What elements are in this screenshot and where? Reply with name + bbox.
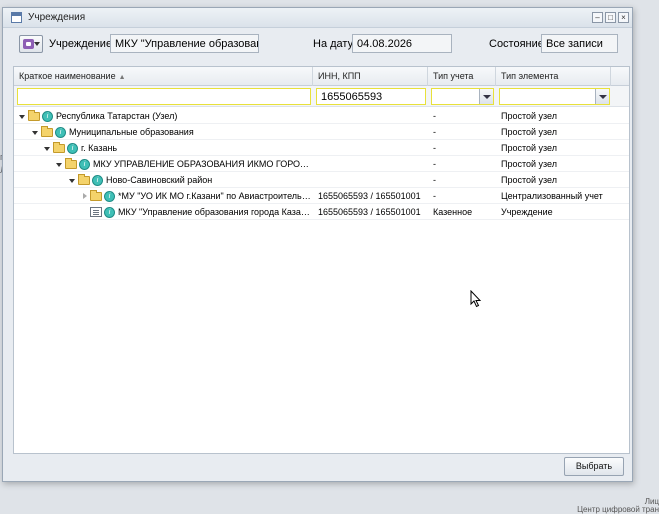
info-icon: i [55, 126, 66, 138]
background-text: Центр цифровой тран [577, 505, 659, 514]
institutions-dialog: Учреждения – □ × Учреждение: МКУ "Управл… [2, 7, 633, 482]
close-icon[interactable]: × [618, 12, 629, 23]
column-header-element-type[interactable]: Тип элемента [496, 67, 611, 86]
options-menu-button[interactable] [19, 35, 43, 53]
maximize-icon[interactable]: □ [605, 12, 616, 23]
institution-field[interactable]: МКУ "Управление образованием [110, 34, 259, 53]
chevron-down-icon[interactable] [479, 89, 493, 104]
select-button[interactable]: Выбрать [564, 457, 624, 476]
date-field[interactable]: 04.08.2026 [352, 34, 452, 53]
dialog-title: Учреждения [28, 12, 86, 23]
date-label: На дату: [313, 38, 357, 50]
tree-expand-icon[interactable] [68, 176, 77, 185]
table-row[interactable]: i Республика Татарстан (Узел) - Простой … [14, 108, 629, 124]
folder-icon [41, 125, 53, 137]
tree-expand-icon[interactable] [31, 128, 40, 137]
account-type-filter-select[interactable] [431, 88, 494, 105]
settings-icon [23, 39, 34, 49]
inn-filter-input[interactable]: 1655065593 [316, 88, 426, 105]
window-icon [11, 12, 22, 23]
tree-expand-icon[interactable] [55, 160, 64, 169]
column-header-inn[interactable]: ИНН, КПП [313, 67, 428, 86]
folder-icon [53, 141, 65, 153]
sort-asc-icon: ▲ [118, 74, 126, 81]
dialog-titlebar[interactable]: Учреждения – □ × [3, 8, 632, 28]
folder-icon [65, 157, 77, 169]
institution-label: Учреждение: [49, 38, 116, 50]
minimize-icon[interactable]: – [592, 12, 603, 23]
state-label: Состояние: [489, 38, 547, 50]
state-field[interactable]: Все записи [541, 34, 618, 53]
table-row[interactable]: i Ново-Савиновский район - Простой узел [14, 172, 629, 188]
folder-icon [28, 109, 40, 121]
info-icon: i [104, 206, 115, 218]
folder-icon [90, 189, 102, 201]
tree-collapsed-icon[interactable] [80, 192, 89, 201]
document-icon [90, 207, 102, 217]
grid-header: Краткое наименование ▲ ИНН, КПП Тип учета… [14, 67, 629, 86]
info-icon: i [67, 142, 78, 154]
filter-toolbar: Учреждение: МКУ "Управление образованием… [13, 33, 622, 55]
table-row[interactable]: i МКУ УПРАВЛЕНИЕ ОБРАЗОВАНИЯ ИКМО ГОРОДА… [14, 156, 629, 172]
element-type-filter-select[interactable] [499, 88, 610, 105]
table-row[interactable]: i г. Казань - Простой узел [14, 140, 629, 156]
tree-expand-icon[interactable] [18, 112, 27, 121]
column-header-account-type[interactable]: Тип учета [428, 67, 496, 86]
table-row[interactable]: i *МУ "УО ИК МО г.Казани" по Авиастроите… [14, 188, 629, 204]
grid-filter-row: 1655065593 [14, 86, 629, 107]
name-filter-input[interactable] [17, 88, 311, 105]
mouse-cursor-icon [470, 290, 482, 308]
chevron-down-icon [34, 42, 40, 46]
info-icon: i [79, 158, 90, 170]
tree-expand-icon[interactable] [43, 144, 52, 153]
chevron-down-icon[interactable] [595, 89, 609, 104]
column-header-name[interactable]: Краткое наименование ▲ [14, 67, 313, 86]
folder-icon [78, 173, 90, 185]
institutions-grid: Краткое наименование ▲ ИНН, КПП Тип учета… [13, 66, 630, 454]
table-row[interactable]: i МКУ "Управление образования города Каз… [14, 204, 629, 220]
table-row[interactable]: i Муниципальные образования - Простой уз… [14, 124, 629, 140]
info-icon: i [92, 174, 103, 186]
info-icon: i [42, 110, 53, 122]
info-icon: i [104, 190, 115, 202]
